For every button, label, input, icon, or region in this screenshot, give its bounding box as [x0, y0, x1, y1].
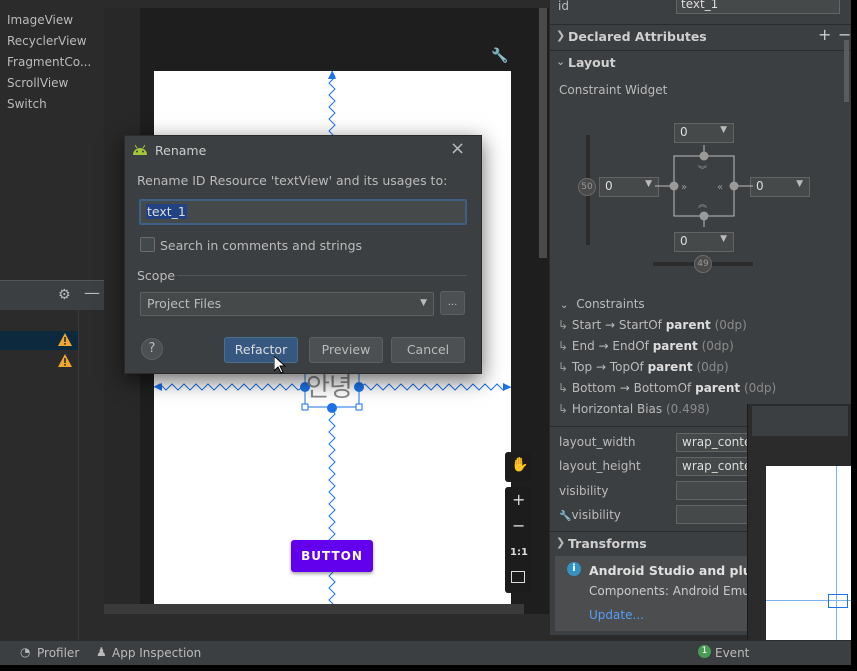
- fit-screen-icon[interactable]: [511, 571, 525, 583]
- layout-header[interactable]: ⌄ Layout: [550, 50, 851, 75]
- info-icon: i: [567, 562, 581, 576]
- event-log-tab[interactable]: Event: [715, 646, 749, 660]
- android-icon: [133, 144, 147, 155]
- profiler-icon: ◔: [20, 645, 31, 659]
- search-comments-label[interactable]: Search in comments and strings: [160, 238, 362, 253]
- search-comments-checkbox[interactable]: [140, 237, 155, 252]
- component-tree: [0, 310, 104, 640]
- emulator-screen: [766, 466, 851, 665]
- palette-item-switch[interactable]: Switch: [7, 97, 47, 111]
- warning-icon[interactable]: [58, 354, 72, 367]
- constraint-widget-diagram: ︾ ︽ » «: [655, 145, 753, 227]
- layout-width-field[interactable]: wrap_content: [676, 433, 758, 452]
- bottom-toolbar: ◔ Profiler ♟ App Inspection 1 Event: [0, 640, 851, 665]
- tools-visibility-label: 🔧visibility: [559, 508, 621, 522]
- constraint-icon: ↳: [558, 381, 569, 395]
- chevron-right-icon: ❯: [556, 29, 566, 42]
- mouse-cursor-icon: [274, 356, 286, 374]
- add-attribute-button[interactable]: +: [818, 25, 831, 44]
- warning-icon[interactable]: [58, 333, 72, 346]
- zoom-out-icon[interactable]: −: [512, 516, 525, 535]
- emulator-toolbar[interactable]: [752, 406, 848, 436]
- palette-item-recyclerview[interactable]: RecyclerView: [7, 34, 87, 48]
- constraint-row[interactable]: ↳ Start → StartOf parent (0dp): [558, 318, 747, 332]
- visibility-field[interactable]: [676, 481, 758, 500]
- update-notification: i Android Studio and plugin Components: …: [555, 556, 774, 631]
- emulator-preview: [747, 404, 851, 665]
- design-button[interactable]: BUTTON: [291, 540, 373, 572]
- cancel-button[interactable]: Cancel: [391, 337, 465, 363]
- wrench-icon[interactable]: 🔧: [491, 48, 508, 64]
- tools-visibility-field[interactable]: [676, 505, 758, 524]
- constraint-icon: ↳: [558, 318, 569, 332]
- update-link[interactable]: Update...: [589, 608, 644, 622]
- horizontal-bias-row[interactable]: ↳ Horizontal Bias (0.498): [558, 402, 710, 416]
- app-inspection-icon: ♟: [96, 645, 107, 659]
- palette-item-imageview[interactable]: ImageView: [7, 13, 73, 27]
- rename-dialog: Rename × Rename ID Resource 'textView' a…: [124, 135, 482, 374]
- svg-text:︽: ︽: [698, 200, 707, 210]
- layout-width-label: layout_width: [559, 435, 636, 449]
- margin-end-dropdown[interactable]: 0 ▼: [750, 177, 810, 197]
- minimize-icon[interactable]: —: [84, 283, 100, 302]
- refactor-button[interactable]: Refactor: [224, 337, 298, 363]
- design-vertical-scrollbar[interactable]: [539, 8, 547, 258]
- scope-label: Scope: [137, 268, 176, 283]
- palette-item-scrollview[interactable]: ScrollView: [7, 76, 68, 90]
- profiler-tab[interactable]: Profiler: [37, 646, 79, 660]
- constraints-header[interactable]: ⌄ Constraints: [560, 297, 645, 311]
- constraint-icon: ↳: [558, 339, 569, 353]
- design-horizontal-scrollbar[interactable]: [104, 604, 524, 614]
- notification-body: Components: Android Emulat: [589, 584, 766, 598]
- margin-bottom-dropdown[interactable]: 0 ▼: [674, 232, 734, 252]
- hand-icon[interactable]: ✋: [511, 457, 528, 473]
- chevron-down-icon: ▼: [420, 298, 427, 308]
- layout-height-field[interactable]: wrap_content: [676, 457, 758, 476]
- visibility-label: visibility: [559, 484, 609, 498]
- close-icon[interactable]: ×: [450, 138, 465, 159]
- app-inspection-tab[interactable]: App Inspection: [112, 646, 201, 660]
- svg-text:«: «: [717, 182, 723, 193]
- preview-button[interactable]: Preview: [309, 337, 383, 363]
- horizontal-bias-handle[interactable]: 49: [694, 255, 712, 273]
- margin-top-dropdown[interactable]: 0 ▼: [674, 123, 734, 143]
- palette-panel: ImageView RecyclerView FragmentCo... Scr…: [0, 8, 104, 270]
- declared-attributes-header[interactable]: ❯ Declared Attributes + −: [550, 24, 851, 49]
- chevron-down-icon: ⌄: [560, 300, 569, 311]
- scope-separator: [177, 275, 467, 276]
- component-tree-header: ⚙ —: [0, 280, 104, 311]
- id-label: id: [558, 0, 569, 13]
- zoom-toolbar: + − 1:1: [505, 487, 531, 593]
- chevron-right-icon: ❯: [556, 536, 566, 549]
- constraint-icon: ↳: [558, 360, 569, 374]
- event-count-badge: 1: [698, 645, 711, 658]
- constraint-row[interactable]: ↳ Bottom → BottomOf parent (0dp): [558, 381, 776, 395]
- scope-select[interactable]: Project Files ▼: [140, 292, 434, 316]
- vertical-bias-handle[interactable]: 50: [578, 178, 596, 196]
- new-name-input[interactable]: text_1: [139, 199, 467, 225]
- palette-item-fragmentcontainer[interactable]: FragmentCo...: [7, 55, 91, 69]
- actual-size-button[interactable]: 1:1: [510, 547, 528, 558]
- margin-start-dropdown[interactable]: 0 ▼: [599, 177, 659, 197]
- constraint-row[interactable]: ↳ End → EndOf parent (0dp): [558, 339, 734, 353]
- svg-text:»: »: [681, 182, 687, 193]
- gear-icon[interactable]: ⚙: [58, 287, 71, 303]
- dialog-title: Rename: [155, 143, 207, 158]
- scope-browse-button[interactable]: ...: [440, 291, 465, 315]
- layout-height-label: layout_height: [559, 459, 641, 473]
- help-button[interactable]: ?: [141, 338, 163, 360]
- attributes-scrollbar[interactable]: [844, 40, 849, 102]
- zoom-in-icon[interactable]: +: [512, 490, 525, 509]
- rename-prompt: Rename ID Resource 'textView' and its us…: [137, 173, 448, 188]
- pan-tool[interactable]: ✋: [505, 452, 531, 482]
- wrench-icon: 🔧: [559, 511, 572, 522]
- constraint-widget-label: Constraint Widget: [559, 83, 668, 97]
- constraint-icon: ↳: [558, 402, 569, 416]
- id-field[interactable]: text_1: [676, 0, 840, 14]
- svg-text:︾: ︾: [698, 165, 707, 176]
- ide-window: ImageView RecyclerView FragmentCo... Scr…: [0, 0, 851, 665]
- chevron-down-icon: ⌄: [556, 55, 566, 68]
- constraint-row[interactable]: ↳ Top → TopOf parent (0dp): [558, 360, 729, 374]
